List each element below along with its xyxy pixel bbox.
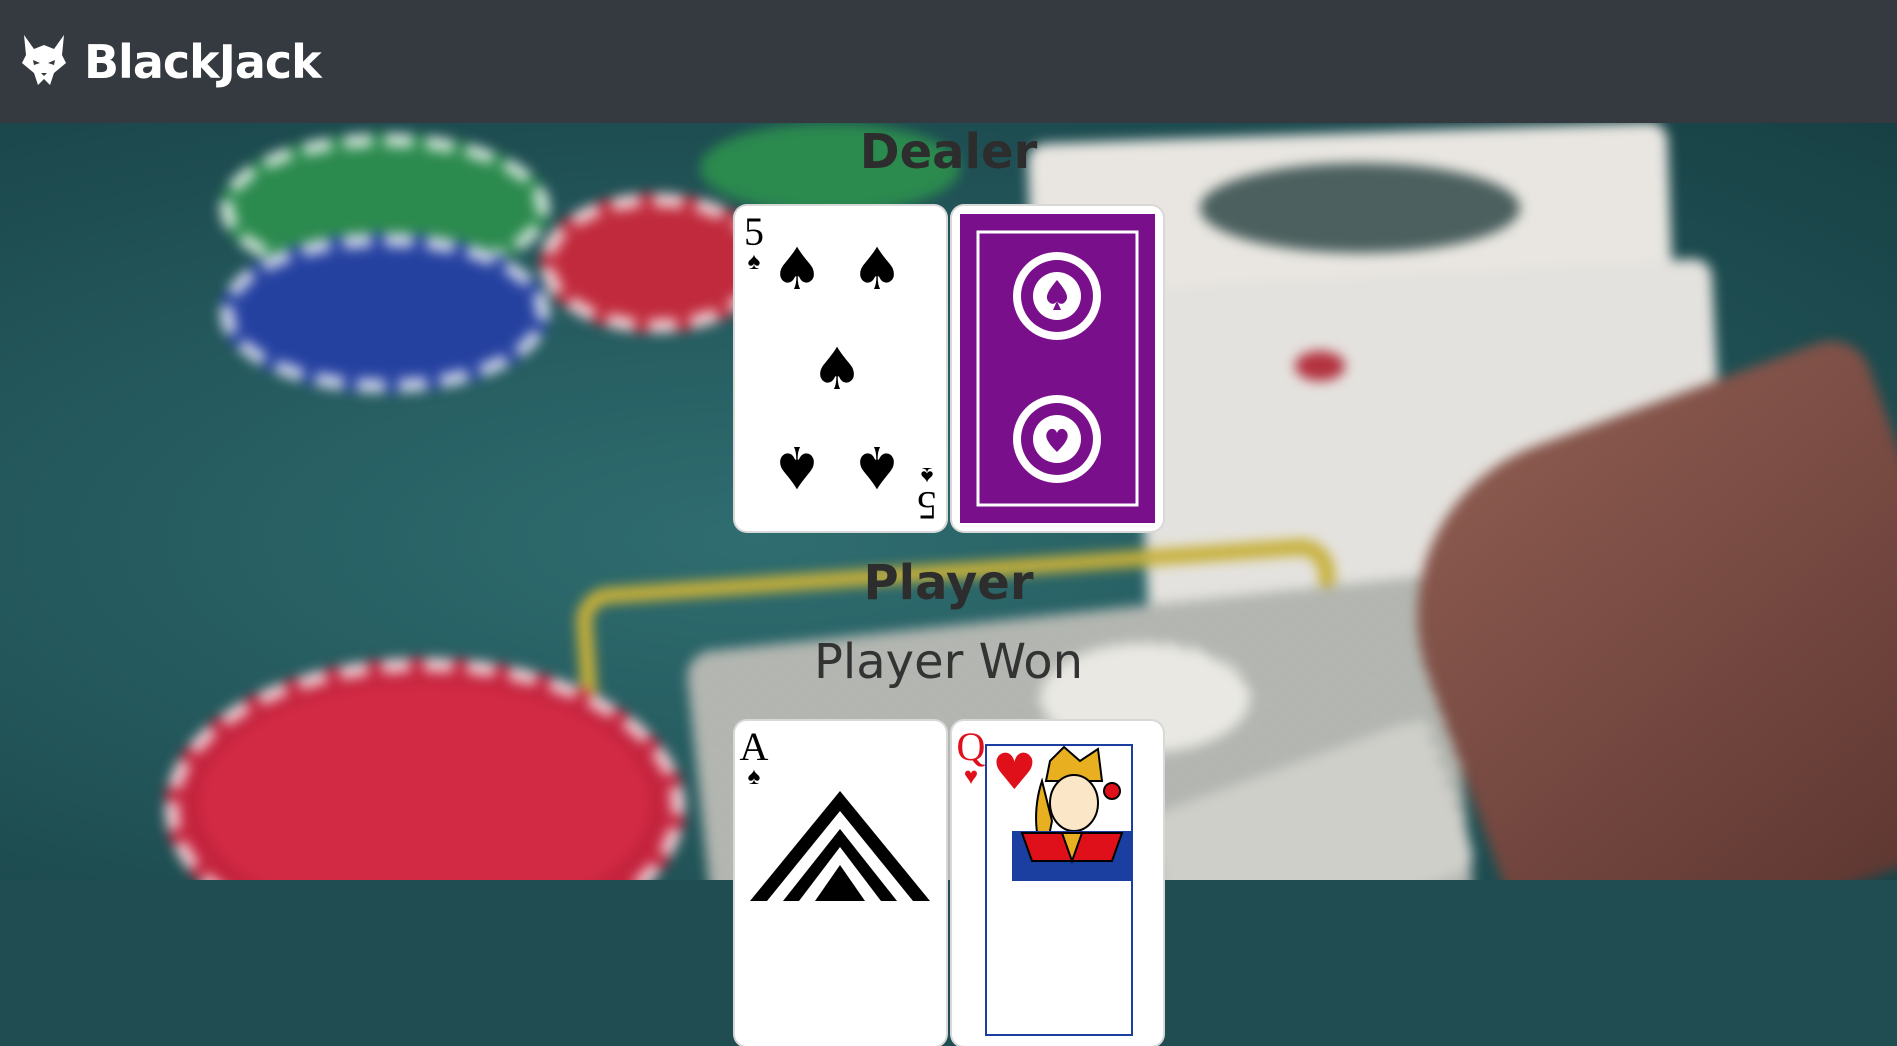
card-back-icon <box>960 214 1155 523</box>
wolf-head-icon <box>20 33 84 91</box>
brand-title[interactable]: BlackJack <box>84 35 322 89</box>
casino-table-background <box>0 123 1897 880</box>
player-card-queen-of-hearts: Q ♥ ♥ <box>952 721 1163 1046</box>
spade-pip-icon: ♠ <box>851 433 903 501</box>
spade-pip-icon: ♠ <box>771 433 823 501</box>
ace-spade-emblem-icon <box>750 791 930 901</box>
game-result-text: Player Won <box>813 634 1084 690</box>
spade-pip-icon: ♠ <box>771 235 823 303</box>
card-corner-bottom: 5 ♠ <box>917 462 937 528</box>
dealer-card-face-down <box>952 206 1163 531</box>
card-corner-top: 5 ♠ <box>744 209 764 275</box>
player-label: Player <box>863 555 1034 611</box>
player-card-ace-of-spades: A ♠ <box>735 721 946 1046</box>
spade-pip-icon: ♠ <box>811 335 863 403</box>
navbar: BlackJack <box>0 0 1897 123</box>
spade-pip-icon: ♠ <box>851 235 903 303</box>
queen-portrait-icon <box>985 744 1133 1036</box>
dealer-card-five-of-spades: 5 ♠ ♠ ♠ ♠ ♠ ♠ 5 ♠ <box>735 206 946 531</box>
dealer-label: Dealer <box>859 124 1038 180</box>
